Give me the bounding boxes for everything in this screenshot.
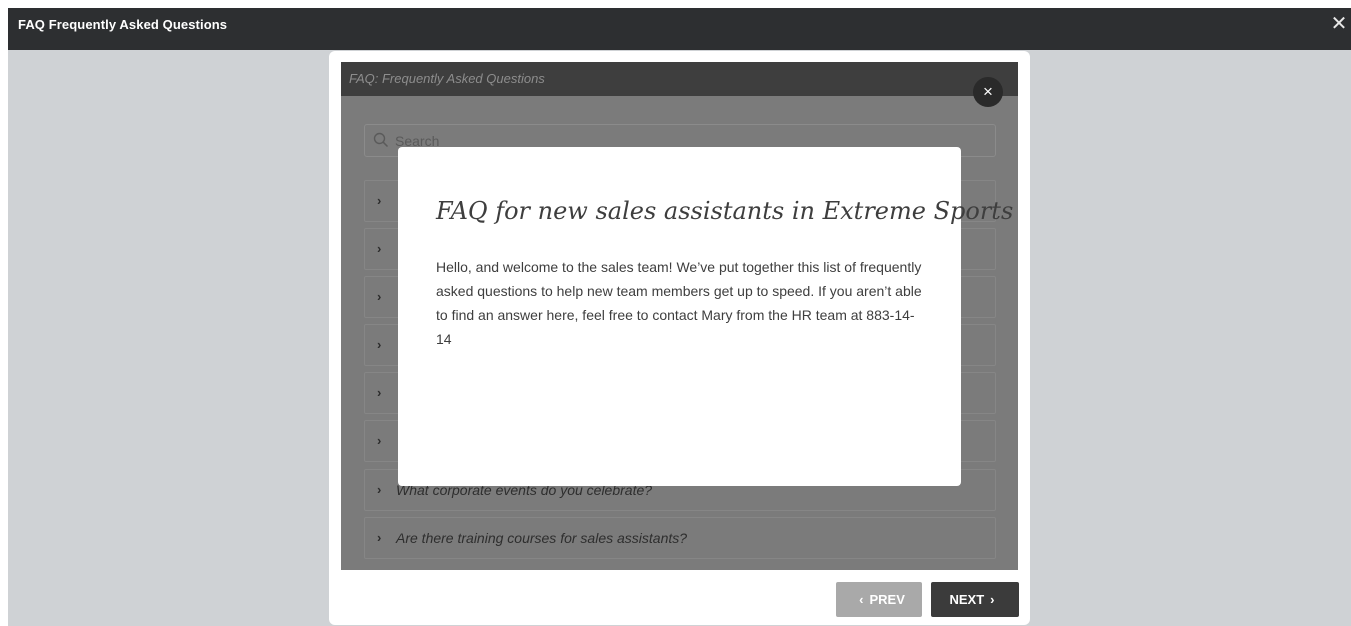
search-icon <box>373 132 389 148</box>
next-button-label: NEXT <box>949 592 985 607</box>
slide-header: FAQ: Frequently Asked Questions <box>341 62 1018 96</box>
chevron-right-icon: › <box>377 241 382 256</box>
window-close-icon[interactable]: ✕ <box>1329 14 1349 34</box>
chevron-right-icon: › <box>377 530 382 545</box>
prev-button[interactable]: ‹ PREV <box>836 582 922 617</box>
chevron-right-icon: › <box>377 289 382 304</box>
chevron-right-icon: › <box>377 433 382 448</box>
window-titlebar: FAQ Frequently Asked Questions ✕ <box>8 8 1351 50</box>
window-title: FAQ Frequently Asked Questions <box>18 17 228 32</box>
prev-button-label: PREV <box>869 592 905 607</box>
popup-heading: FAQ for new sales assistants in Extreme … <box>436 197 1014 225</box>
chevron-right-icon: › <box>377 193 382 208</box>
slide-title: FAQ: Frequently Asked Questions <box>349 71 545 86</box>
chevron-right-icon: › <box>377 337 382 352</box>
chevron-right-icon: › <box>377 385 382 400</box>
next-button[interactable]: NEXT › <box>931 582 1019 617</box>
chevron-right-icon: › <box>377 482 382 497</box>
faq-question-row[interactable]: › Are there training courses for sales a… <box>364 517 996 559</box>
popup-body-text: Hello, and welcome to the sales team! We… <box>436 259 922 347</box>
faq-question-text: Are there training courses for sales ass… <box>396 530 688 546</box>
slide-close-icon[interactable]: × <box>973 77 1003 107</box>
intro-popup: FAQ for new sales assistants in Extreme … <box>398 147 1013 486</box>
chevron-left-icon: ‹ <box>859 592 864 607</box>
chevron-right-icon: › <box>990 592 995 607</box>
